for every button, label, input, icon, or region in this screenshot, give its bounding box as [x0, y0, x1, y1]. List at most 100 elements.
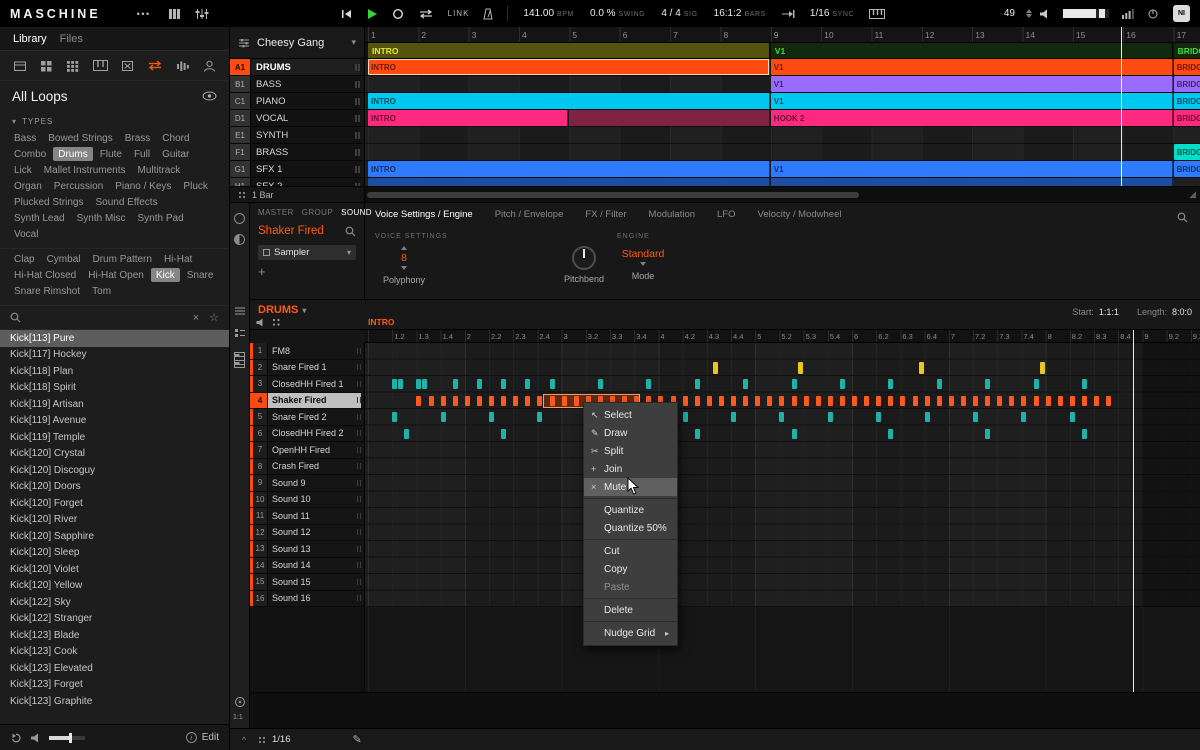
menu-item-draw[interactable]: ✎Draw	[584, 424, 677, 442]
project-settings-icon[interactable]	[238, 38, 250, 48]
list-item[interactable]: Kick[123] Forget	[0, 677, 229, 694]
group-row-bass[interactable]: B1BASS	[230, 76, 364, 93]
sound-row-sound-9[interactable]: 9Sound 9	[250, 475, 364, 492]
type-tag-organ[interactable]: Organ	[9, 179, 47, 193]
note[interactable]	[501, 396, 506, 406]
group-row-sfx-2[interactable]: H1SFX 2	[230, 178, 364, 186]
page-tab-modulation[interactable]: Modulation	[649, 209, 695, 220]
clip-bridge[interactable]: BRIDGE	[1174, 110, 1200, 126]
chevron-up-icon[interactable]: ^	[236, 735, 252, 745]
mode-param[interactable]: Standard Mode	[612, 248, 674, 281]
record-icon[interactable]	[392, 8, 404, 20]
list-item[interactable]: Kick[120] Sleep	[0, 545, 229, 562]
note[interactable]	[550, 379, 555, 389]
project-name[interactable]: Cheesy Gang	[257, 37, 324, 49]
type-tag-lick[interactable]: Lick	[9, 163, 37, 177]
type-tag-combo[interactable]: Combo	[9, 147, 51, 161]
list-item[interactable]: Kick[120] Discoguy	[0, 462, 229, 479]
note[interactable]	[973, 412, 978, 422]
loops-icon[interactable]	[147, 60, 163, 71]
note[interactable]	[743, 396, 748, 406]
clip-v1[interactable]: V1	[771, 59, 1173, 75]
list-item[interactable]: Kick[120] Crystal	[0, 446, 229, 463]
note[interactable]	[792, 429, 797, 439]
note[interactable]	[713, 362, 718, 374]
clip-v1[interactable]: V1	[771, 76, 1173, 92]
note[interactable]	[1046, 396, 1051, 406]
menu-item-quantize-50[interactable]: Quantize 50%	[584, 519, 677, 537]
tempo-field[interactable]: 141.00BPM	[523, 8, 574, 19]
note[interactable]	[816, 396, 821, 406]
type-tag-guitar[interactable]: Guitar	[157, 147, 194, 161]
user-icon[interactable]	[203, 60, 216, 72]
note[interactable]	[477, 379, 482, 389]
note[interactable]	[1106, 396, 1111, 406]
type-tag-mallet-instruments[interactable]: Mallet Instruments	[39, 163, 131, 177]
note[interactable]	[719, 396, 724, 406]
note[interactable]	[798, 362, 803, 374]
sound-row-sound-10[interactable]: 10Sound 10	[250, 492, 364, 509]
mute-speaker-icon[interactable]	[256, 318, 266, 327]
mode-value[interactable]: Standard	[622, 248, 665, 260]
page-tab-pitch-envelope[interactable]: Pitch / Envelope	[495, 209, 564, 220]
note[interactable]	[646, 379, 651, 389]
clip-intro[interactable]: INTRO	[368, 93, 770, 109]
view-menu-icon[interactable]: •••	[137, 9, 151, 19]
type-tag-multitrack[interactable]: Multitrack	[133, 163, 186, 177]
subtype-tag-cymbal[interactable]: Cymbal	[42, 252, 86, 266]
autoload-icon[interactable]	[10, 732, 22, 744]
piano-roll-icon[interactable]	[234, 352, 245, 368]
note[interactable]	[525, 379, 530, 389]
polyphony-value[interactable]: 8	[401, 252, 407, 264]
note[interactable]	[574, 396, 579, 406]
note[interactable]	[925, 396, 930, 406]
subtype-tag-tom[interactable]: Tom	[87, 284, 116, 298]
pattern-list-icon[interactable]	[234, 306, 246, 316]
note[interactable]	[985, 429, 990, 439]
list-item[interactable]: Kick[113] Pure	[0, 330, 229, 347]
note[interactable]	[949, 396, 954, 406]
note[interactable]	[828, 396, 833, 406]
sounds-icon[interactable]	[66, 60, 80, 72]
note[interactable]	[900, 396, 905, 406]
clip-bridge[interactable]: BRIDGE	[1174, 93, 1200, 109]
scrollbar-thumb[interactable]	[367, 192, 859, 198]
groups-icon[interactable]	[40, 60, 53, 72]
list-item[interactable]: Kick[123] Graphite	[0, 693, 229, 710]
zoom-ratio-icon[interactable]: 1:1	[233, 714, 243, 721]
type-tag-chord[interactable]: Chord	[157, 131, 194, 145]
prehear-volume-slider[interactable]	[49, 736, 85, 740]
sound-row-sound-11[interactable]: 11Sound 11	[250, 508, 364, 525]
step-grid-value[interactable]: 1/16	[272, 734, 291, 745]
section-bridge[interactable]: BRIDGE	[1174, 43, 1200, 58]
note[interactable]	[489, 412, 494, 422]
note[interactable]	[779, 412, 784, 422]
play-icon[interactable]	[366, 8, 378, 20]
list-item[interactable]: Kick[117] Hockey	[0, 347, 229, 364]
note[interactable]	[755, 396, 760, 406]
note[interactable]	[925, 412, 930, 422]
note[interactable]	[1094, 396, 1099, 406]
note[interactable]	[985, 396, 990, 406]
type-tag-piano-keys[interactable]: Piano / Keys	[110, 179, 176, 193]
prehear-speaker-icon[interactable]	[30, 733, 41, 743]
sound-row-snare-fired-2[interactable]: 5Snare Fired 2	[250, 409, 364, 426]
menu-item-nudge-grid[interactable]: Nudge Grid▸	[584, 624, 677, 642]
browser-toggle-icon[interactable]	[168, 8, 181, 20]
note[interactable]	[888, 379, 893, 389]
polyphony-param[interactable]: 8 Polyphony	[377, 244, 431, 285]
note[interactable]	[876, 412, 881, 422]
pitchbend-param[interactable]: Pitchbend	[555, 246, 613, 284]
list-item[interactable]: Kick[120] River	[0, 512, 229, 529]
menu-item-copy[interactable]: Copy	[584, 560, 677, 578]
swing-field[interactable]: 0.0 %SWING	[590, 8, 645, 19]
param-search-icon[interactable]	[1177, 212, 1188, 223]
clip-hook-2[interactable]: HOOK 2	[771, 110, 1173, 126]
type-tag-full[interactable]: Full	[129, 147, 155, 161]
routing-icon[interactable]	[234, 234, 245, 245]
list-item[interactable]: Kick[120] Violet	[0, 561, 229, 578]
note[interactable]	[1058, 396, 1063, 406]
note[interactable]	[767, 396, 772, 406]
group-row-sfx-1[interactable]: G1SFX 1	[230, 161, 364, 178]
subtype-tag-kick[interactable]: Kick	[151, 268, 180, 282]
